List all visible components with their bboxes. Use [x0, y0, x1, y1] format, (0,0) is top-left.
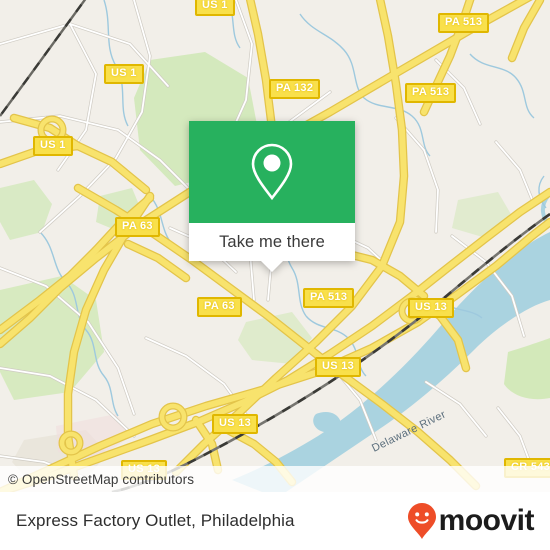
road-shield-label: US 13 [322, 360, 355, 372]
road-shield-pa-132: PA 132 [269, 79, 321, 99]
moovit-smiley-pin-icon [407, 503, 436, 539]
road-shield-label: PA 63 [204, 300, 235, 312]
popup-tail [261, 261, 283, 272]
popup-icon-area [189, 121, 355, 223]
place-title: Express Factory Outlet, Philadelphia [16, 511, 295, 530]
road-shield-label: US 13 [219, 417, 252, 429]
road-shield-pa-513: PA 513 [438, 13, 490, 33]
osm-attribution-bar: © OpenStreetMap contributors [0, 466, 550, 492]
road-shield-us-13: US 13 [212, 414, 259, 434]
road-shield-label: PA 513 [310, 291, 348, 303]
road-shield-label: US 1 [111, 67, 137, 79]
road-shield-pa-63: PA 63 [115, 217, 160, 237]
road-shield-pa-513: PA 513 [405, 83, 457, 103]
road-shield-label: PA 513 [445, 16, 483, 28]
moovit-wordmark: moovit [438, 504, 535, 537]
road-shield-us-13: US 13 [408, 298, 455, 318]
map-screenshot-root: Delaware River US 1 PA 513 US 1 PA 132 PA 51… [0, 0, 550, 550]
road-shield-pa-63: PA 63 [197, 297, 242, 317]
footer-bar: Express Factory Outlet, Philadelphia moo… [0, 492, 550, 550]
moovit-brand[interactable]: moovit [407, 502, 535, 540]
popup-cta-area[interactable]: Take me there [189, 223, 355, 272]
road-shield-label: US 13 [415, 301, 448, 313]
map-popup-card[interactable]: Take me there [189, 121, 355, 272]
road-shield-label: US 1 [202, 0, 228, 11]
location-pin-icon [251, 143, 293, 201]
road-shield-label: PA 63 [122, 220, 153, 232]
road-shield-label: PA 513 [412, 86, 450, 98]
attribution-text[interactable]: © OpenStreetMap contributors [0, 472, 194, 487]
road-shield-us-1: US 1 [195, 0, 235, 16]
road-shield-label: PA 132 [276, 82, 314, 94]
road-shield-us-1: US 1 [33, 136, 73, 156]
road-shield-pa-513: PA 513 [303, 288, 355, 308]
road-shield-us-13: US 13 [315, 357, 362, 377]
road-shield-us-1: US 1 [104, 64, 144, 84]
take-me-there-label[interactable]: Take me there [219, 233, 325, 252]
road-shield-label: US 1 [40, 139, 66, 151]
